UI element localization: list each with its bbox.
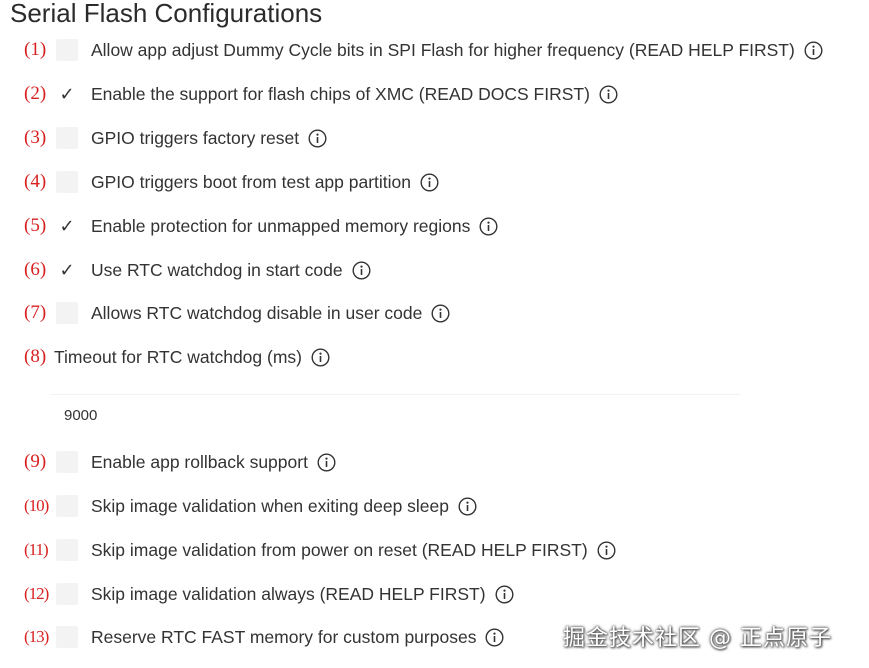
info-icon[interactable]	[485, 627, 504, 647]
annotation-number: (13)	[24, 627, 49, 646]
annotation-number: (10)	[24, 496, 49, 515]
info-icon[interactable]	[420, 172, 439, 192]
option-row-app-rollback: (9) Enable app rollback support	[24, 447, 336, 477]
option-row-rtc-watchdog-disable: (7) Allows RTC watchdog disable in user …	[24, 298, 450, 328]
annotation-number: (4)	[24, 171, 47, 192]
option-row-rtc-watchdog: (6) ✓ Use RTC watchdog in start code	[24, 255, 371, 285]
timeout-label: Timeout for RTC watchdog (ms)	[54, 346, 302, 367]
option-row-xmc-support: (2) ✓ Enable the support for flash chips…	[24, 79, 618, 109]
annotation-number: (1)	[24, 39, 47, 60]
dummy-cycle-checkbox[interactable]	[56, 39, 78, 61]
option-label: Skip image validation always (READ HELP …	[91, 583, 486, 604]
timeout-field-container	[50, 394, 740, 436]
option-label: Enable protection for unmapped memory re…	[91, 215, 471, 236]
option-row-skip-validation-always: (12) Skip image validation always (READ …	[24, 579, 514, 609]
option-row-unmapped-protection: (5) ✓ Enable protection for unmapped mem…	[24, 211, 498, 241]
annotation-number: (12)	[24, 584, 49, 603]
timeout-input[interactable]	[64, 407, 264, 424]
unmapped-protection-checkbox[interactable]: ✓	[56, 215, 78, 237]
gpio-factory-reset-checkbox[interactable]	[56, 127, 78, 149]
reserve-rtc-fast-checkbox[interactable]	[56, 626, 78, 648]
info-icon[interactable]	[431, 303, 450, 323]
info-icon[interactable]	[599, 84, 618, 104]
rtc-watchdog-disable-checkbox[interactable]	[56, 302, 78, 324]
skip-validation-power-on-checkbox[interactable]	[56, 539, 78, 561]
annotation-number: (6)	[24, 259, 47, 280]
skip-validation-deep-sleep-checkbox[interactable]	[56, 495, 78, 517]
app-rollback-checkbox[interactable]	[56, 451, 78, 473]
option-label: Enable app rollback support	[91, 451, 308, 472]
info-icon[interactable]	[311, 347, 330, 367]
annotation-number: (5)	[24, 215, 47, 236]
info-icon[interactable]	[597, 540, 616, 560]
timeout-row: (8) Timeout for RTC watchdog (ms)	[24, 342, 330, 372]
option-row-reserve-rtc-fast: (13) Reserve RTC FAST memory for custom …	[24, 622, 504, 652]
info-icon[interactable]	[479, 216, 498, 236]
annotation-number: (9)	[24, 451, 47, 472]
option-label: Allow app adjust Dummy Cycle bits in SPI…	[91, 39, 795, 60]
skip-validation-always-checkbox[interactable]	[56, 583, 78, 605]
info-icon[interactable]	[804, 40, 823, 60]
info-icon[interactable]	[308, 128, 327, 148]
option-row-dummy-cycle: (1) Allow app adjust Dummy Cycle bits in…	[24, 35, 823, 65]
rtc-watchdog-checkbox[interactable]: ✓	[56, 259, 78, 281]
option-row-gpio-factory-reset: (3) GPIO triggers factory reset	[24, 123, 327, 153]
option-label: GPIO triggers boot from test app partiti…	[91, 171, 412, 192]
gpio-test-app-checkbox[interactable]	[56, 171, 78, 193]
annotation-number: (7)	[24, 302, 47, 323]
option-row-skip-validation-power-on: (11) Skip image validation from power on…	[24, 535, 616, 565]
option-row-gpio-test-app: (4) GPIO triggers boot from test app par…	[24, 167, 439, 197]
option-label: Use RTC watchdog in start code	[91, 259, 343, 280]
annotation-number: (8)	[24, 346, 47, 367]
option-label: Reserve RTC FAST memory for custom purpo…	[91, 626, 477, 647]
info-icon[interactable]	[352, 260, 371, 280]
info-icon[interactable]	[317, 452, 336, 472]
option-label: Skip image validation from power on rese…	[91, 539, 588, 560]
option-label: Allows RTC watchdog disable in user code	[91, 302, 423, 323]
option-label: Skip image validation when exiting deep …	[91, 495, 450, 516]
xmc-support-checkbox[interactable]: ✓	[56, 83, 78, 105]
option-label: Enable the support for flash chips of XM…	[91, 83, 590, 104]
info-icon[interactable]	[458, 496, 477, 516]
option-label: GPIO triggers factory reset	[91, 127, 300, 148]
info-icon[interactable]	[495, 584, 514, 604]
page-title: Serial Flash Configurations	[10, 0, 323, 28]
annotation-number: (2)	[24, 83, 47, 104]
annotation-number: (3)	[24, 127, 47, 148]
watermark: 掘金技术社区 @ 正点原子	[563, 626, 832, 651]
annotation-number: (11)	[24, 540, 49, 559]
option-row-skip-validation-deep-sleep: (10) Skip image validation when exiting …	[24, 491, 477, 521]
